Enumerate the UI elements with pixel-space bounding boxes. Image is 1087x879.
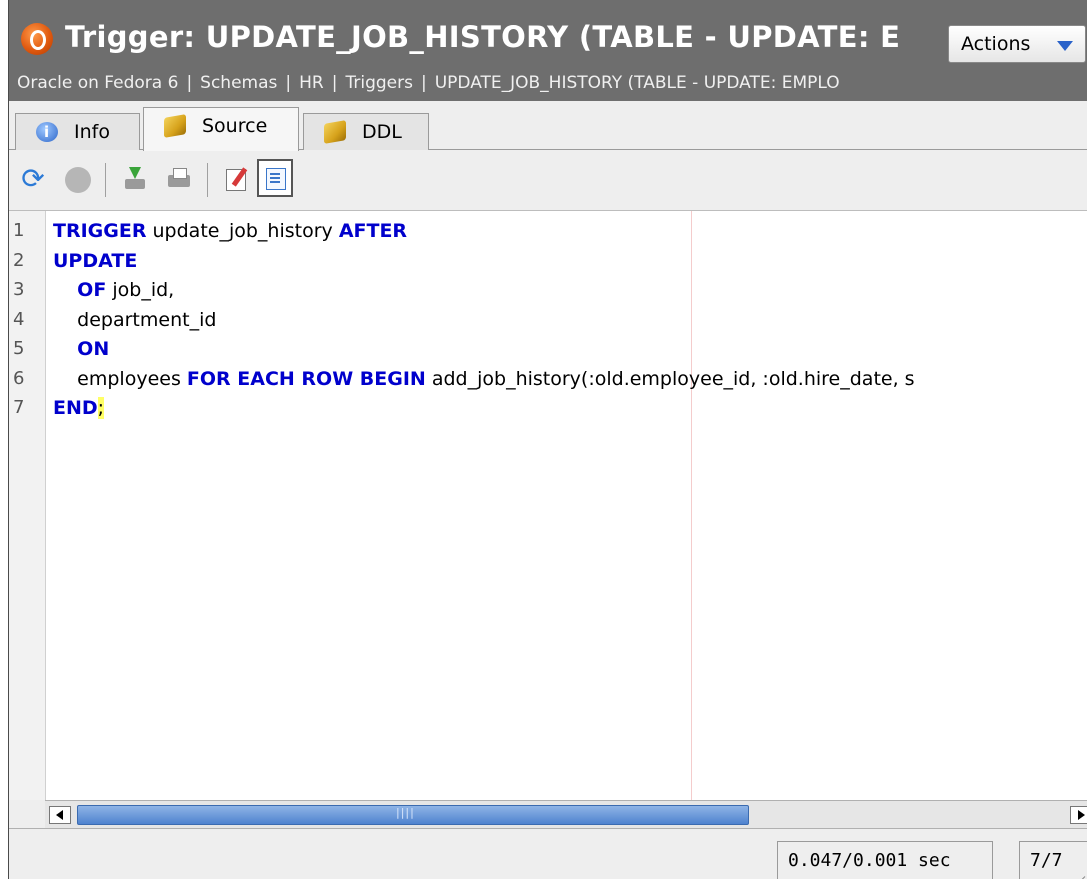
cube-icon — [164, 114, 186, 138]
tab-source[interactable]: Source — [143, 107, 299, 151]
code-keyword: ON — [77, 338, 110, 360]
page-title: Trigger: UPDATE_JOB_HISTORY (TABLE - UPD… — [65, 20, 901, 54]
code-text: ; — [97, 397, 105, 419]
scroll-thumb[interactable] — [77, 805, 749, 825]
line-number: 3 — [13, 279, 25, 300]
breadcrumb-hr[interactable]: HR — [299, 73, 324, 93]
refresh-icon[interactable]: ⟳ — [19, 165, 47, 193]
oracle-o-icon — [21, 23, 53, 55]
code-keyword: TRIGGER — [53, 220, 147, 242]
chevron-down-icon — [1057, 41, 1073, 51]
breadcrumb-separator: | — [420, 73, 427, 93]
breadcrumb-separator: | — [186, 73, 193, 93]
line-number: 1 — [13, 220, 25, 241]
line-number: 2 — [13, 250, 25, 271]
resize-grip-icon[interactable] — [1069, 861, 1087, 879]
toolbar: ⟳ — [9, 151, 1087, 211]
stop-icon[interactable] — [65, 167, 91, 193]
breadcrumb-separator: | — [331, 73, 338, 93]
cube-icon — [324, 120, 346, 144]
tab-label: Source — [202, 115, 268, 137]
info-icon — [36, 122, 58, 142]
horizontal-scrollbar[interactable] — [45, 800, 1087, 828]
code-keyword: FOR EACH ROW BEGIN — [186, 368, 426, 390]
tab-label: DDL — [362, 121, 402, 143]
tab-bar: Info Source DDL — [9, 101, 1087, 151]
toolbar-divider — [105, 163, 106, 197]
scroll-right-icon[interactable] — [1070, 806, 1087, 824]
code-text: add_job_history(:old.employee_id, :old.h… — [425, 368, 915, 390]
code-line[interactable]: TRIGGER update_job_history AFTER — [53, 220, 407, 242]
breadcrumb: Oracle on Fedora 6 | Schemas | HR | Triggers | U… — [17, 73, 840, 93]
tab-info[interactable]: Info — [15, 113, 140, 150]
code-text: employees — [53, 368, 187, 390]
line-number: 4 — [13, 309, 25, 330]
code-line[interactable]: employees FOR EACH ROW BEGIN add_job_his… — [53, 368, 915, 390]
edit-icon[interactable] — [223, 165, 251, 193]
line-number: 5 — [13, 338, 25, 359]
line-number: 7 — [13, 397, 25, 418]
actions-button[interactable]: Actions — [948, 25, 1086, 63]
download-icon[interactable] — [121, 165, 149, 193]
status-bar: 0.047/0.001 sec 7/7 — [9, 828, 1087, 879]
code-line[interactable]: UPDATE — [53, 250, 137, 272]
tab-ddl[interactable]: DDL — [303, 113, 429, 150]
code-text: department_id — [53, 309, 217, 331]
print-icon[interactable] — [165, 165, 193, 193]
breadcrumb-schemas[interactable]: Schemas — [200, 73, 277, 93]
code-keyword: AFTER — [338, 220, 408, 242]
code-keyword: UPDATE — [53, 250, 138, 272]
breadcrumb-separator: | — [285, 73, 292, 93]
header: Trigger: UPDATE_JOB_HISTORY (TABLE - UPD… — [9, 0, 1087, 101]
code-keyword: OF — [77, 279, 107, 301]
scroll-left-icon[interactable] — [49, 806, 71, 824]
code-line[interactable]: OF job_id, — [53, 279, 174, 301]
code-editor[interactable]: TRIGGER update_job_history AFTER UPDATE O… — [9, 211, 1087, 800]
code-text: update_job_history — [146, 220, 339, 242]
actions-label: Actions — [961, 33, 1031, 55]
code-line[interactable]: ON — [53, 338, 109, 360]
trigger-window: Trigger: UPDATE_JOB_HISTORY (TABLE - UPD… — [8, 0, 1087, 879]
breadcrumb-connection[interactable]: Oracle on Fedora 6 — [17, 73, 178, 93]
format-icon[interactable] — [257, 159, 293, 197]
status-timing: 0.047/0.001 sec — [777, 841, 993, 879]
code-line[interactable]: END; — [53, 397, 105, 419]
code-line[interactable]: department_id — [53, 309, 216, 331]
line-number: 6 — [13, 368, 25, 389]
code-text: job_id, — [106, 279, 175, 301]
title-bar: Trigger: UPDATE_JOB_HISTORY (TABLE - UPD… — [9, 12, 1087, 68]
code-keyword: END — [53, 397, 98, 419]
breadcrumb-triggers[interactable]: Triggers — [345, 73, 413, 93]
right-margin-guide — [691, 211, 692, 800]
toolbar-divider — [207, 163, 208, 197]
tab-label: Info — [74, 121, 110, 143]
breadcrumb-current: UPDATE_JOB_HISTORY (TABLE - UPDATE: EMPL… — [434, 73, 840, 93]
